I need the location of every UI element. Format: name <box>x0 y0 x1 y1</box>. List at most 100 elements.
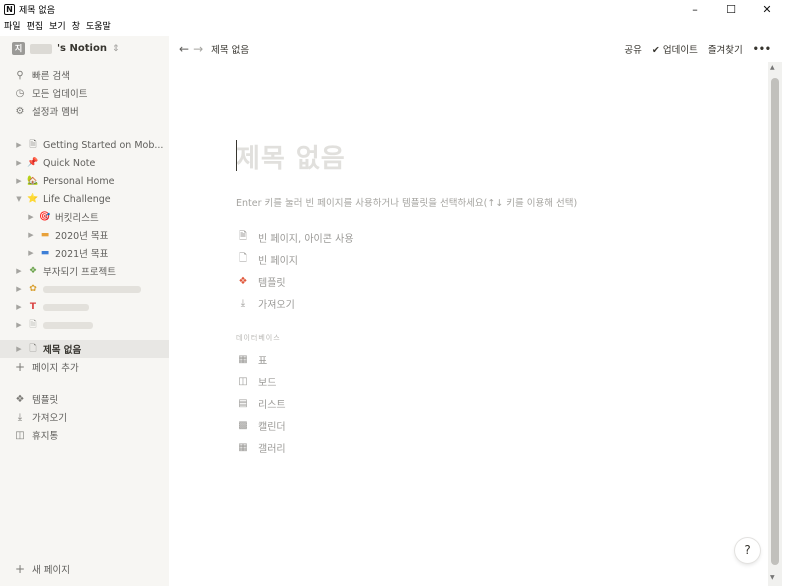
minimize-button[interactable]: – <box>677 0 713 18</box>
collapse-toggle[interactable]: ▼ <box>14 195 24 203</box>
page-label: Personal Home <box>43 175 115 187</box>
page-label: Life Challenge <box>43 193 111 205</box>
sidebar-templates[interactable]: ❖ 템플릿 <box>0 390 169 408</box>
sidebar-item-label: 템플릿 <box>32 395 59 406</box>
house-icon: 🏡 <box>27 176 39 186</box>
sidebar-settings[interactable]: ⚙ 설정과 멤버 <box>0 102 169 120</box>
sidebar-import[interactable]: ⤓ 가져오기 <box>0 408 169 426</box>
close-button[interactable]: ✕ <box>749 0 785 18</box>
page-title-placeholder[interactable]: 제목 없음 <box>236 138 346 175</box>
forward-arrow-icon[interactable]: → <box>193 42 203 56</box>
sidebar-all-updates[interactable]: ◷ 모든 업데이트 <box>0 84 169 102</box>
sidebar: 지 's Notion ⇕ ⚲ 빠른 검색 ◷ 모든 업데이트 ⚙ 설정과 멤버… <box>0 36 169 586</box>
add-page-button[interactable]: + 페이지 추가 <box>0 358 169 376</box>
expand-toggle[interactable]: ▶ <box>14 267 24 275</box>
maximize-button[interactable]: ☐ <box>713 0 749 18</box>
import-icon: ⤓ <box>240 297 246 309</box>
expand-toggle[interactable]: ▶ <box>14 303 24 311</box>
sidebar-page-bucket-list[interactable]: ▶ 🎯 버킷리스트 <box>0 208 169 226</box>
menu-window[interactable]: 창 <box>72 19 80 32</box>
scroll-down-arrow-icon[interactable]: ▼ <box>770 574 775 581</box>
sidebar-page-redacted-3[interactable]: ▶ 🗎 <box>0 316 169 334</box>
plus-icon: + <box>14 360 26 374</box>
sidebar-page-getting-started[interactable]: ▶ 🗎 Getting Started on Mob... <box>0 136 169 154</box>
expand-toggle[interactable]: ▶ <box>26 249 36 257</box>
database-gallery-option[interactable]: ▦ 갤러리 <box>236 438 285 456</box>
page-icon: 🗎 <box>29 140 37 150</box>
workspace-name: 's Notion <box>57 43 107 54</box>
trash-icon: ◫ <box>15 429 25 441</box>
expand-toggle[interactable]: ▶ <box>14 159 24 167</box>
database-table-option[interactable]: ▦ 표 <box>236 350 267 368</box>
menu-edit[interactable]: 편집 <box>27 19 44 32</box>
sidebar-page-quick-note[interactable]: ▶ 📌 Quick Note <box>0 154 169 172</box>
gear-icon: ⚙ <box>15 105 25 117</box>
window-controls: – ☐ ✕ <box>677 0 785 18</box>
expand-toggle[interactable]: ▶ <box>14 345 24 353</box>
workspace-switcher[interactable]: 지 's Notion ⇕ <box>12 42 119 55</box>
share-button[interactable]: 공유 <box>624 42 641 56</box>
database-board-option[interactable]: ◫ 보드 <box>236 372 276 390</box>
sidebar-trash[interactable]: ◫ 휴지통 <box>0 426 169 444</box>
expand-toggle[interactable]: ▶ <box>14 321 24 329</box>
sidebar-page-life-challenge[interactable]: ▼ ⭐ Life Challenge <box>0 190 169 208</box>
sidebar-quick-find[interactable]: ⚲ 빠른 검색 <box>0 66 169 84</box>
option-label: 빈 페이지, 아이콘 사용 <box>258 233 354 245</box>
option-label: 빈 페이지 <box>258 255 298 267</box>
database-calendar-option[interactable]: ▩ 캘린더 <box>236 416 285 434</box>
sidebar-page-redacted-2[interactable]: ▶ T <box>0 298 169 316</box>
option-blank-page[interactable]: 🗋 빈 페이지 <box>236 250 298 268</box>
new-page-button[interactable]: + 새 페이지 <box>0 560 169 578</box>
sidebar-page-rich-project[interactable]: ▶ ❖ 부자되기 프로젝트 <box>0 262 169 280</box>
page-label: 부자되기 프로젝트 <box>43 267 116 278</box>
sidebar-page-untitled[interactable]: ▶ 🗋 제목 없음 <box>0 340 169 358</box>
favorite-button[interactable]: 즐겨찾기 <box>708 42 743 56</box>
workspace-avatar: 지 <box>12 42 25 55</box>
blank-page-icon: 🗋 <box>29 344 37 354</box>
expand-toggle[interactable]: ▶ <box>14 177 24 185</box>
sidebar-page-2021-goals[interactable]: ▶ ▬ 2021년 목표 <box>0 244 169 262</box>
option-label: 보드 <box>258 377 277 389</box>
template-icon: ❖ <box>15 393 25 405</box>
expand-toggle[interactable]: ▶ <box>14 141 24 149</box>
database-list-option[interactable]: ▤ 리스트 <box>236 394 286 412</box>
target-icon: 🎯 <box>39 212 51 222</box>
back-arrow-icon[interactable]: ← <box>179 42 189 56</box>
template-icon: ❖ <box>238 275 248 287</box>
expand-toggle[interactable]: ▶ <box>26 231 36 239</box>
star-icon: ⭐ <box>27 194 39 204</box>
option-label: 리스트 <box>258 399 286 411</box>
breadcrumb[interactable]: 제목 없음 <box>211 42 249 56</box>
sidebar-item-label: 가져오기 <box>32 413 67 424</box>
menu-view[interactable]: 보기 <box>49 19 66 32</box>
import-icon: ⤓ <box>17 411 23 423</box>
redacted-page-label <box>43 321 93 329</box>
menu-file[interactable]: 파일 <box>4 19 21 32</box>
board-icon: ◫ <box>238 375 248 387</box>
expand-toggle[interactable]: ▶ <box>26 213 36 221</box>
menu-help[interactable]: 도움말 <box>86 19 111 32</box>
list-icon: ▤ <box>238 397 248 409</box>
page-icon: 🗎 <box>238 230 248 242</box>
scrollbar-thumb[interactable] <box>771 78 779 565</box>
updates-label: 업데이트 <box>662 45 698 56</box>
person-icon: ✿ <box>29 284 37 294</box>
redacted-page-label <box>43 285 141 293</box>
money-icon: ❖ <box>28 266 38 276</box>
page-icon: 🗋 <box>238 252 248 264</box>
page-label: 2020년 목표 <box>55 231 109 242</box>
sidebar-page-2020-goals[interactable]: ▶ ▬ 2020년 목표 <box>0 226 169 244</box>
sidebar-page-redacted-1[interactable]: ▶ ✿ <box>0 280 169 298</box>
expand-toggle[interactable]: ▶ <box>14 285 24 293</box>
more-options-icon[interactable]: ••• <box>753 44 771 55</box>
option-blank-with-icon[interactable]: 🗎 빈 페이지, 아이콘 사용 <box>236 228 354 246</box>
option-import[interactable]: ⤓ 가져오기 <box>236 294 295 312</box>
sidebar-page-personal-home[interactable]: ▶ 🏡 Personal Home <box>0 172 169 190</box>
help-button[interactable]: ? <box>735 538 760 563</box>
scroll-up-arrow-icon[interactable]: ▲ <box>770 64 775 71</box>
calendar-emoji-icon: ▬ <box>40 248 50 258</box>
page-label: 2021년 목표 <box>55 249 109 260</box>
updates-button[interactable]: ✔ 업데이트 <box>652 42 698 56</box>
notion-app-icon: N <box>4 3 15 15</box>
option-templates[interactable]: ❖ 템플릿 <box>236 272 286 290</box>
